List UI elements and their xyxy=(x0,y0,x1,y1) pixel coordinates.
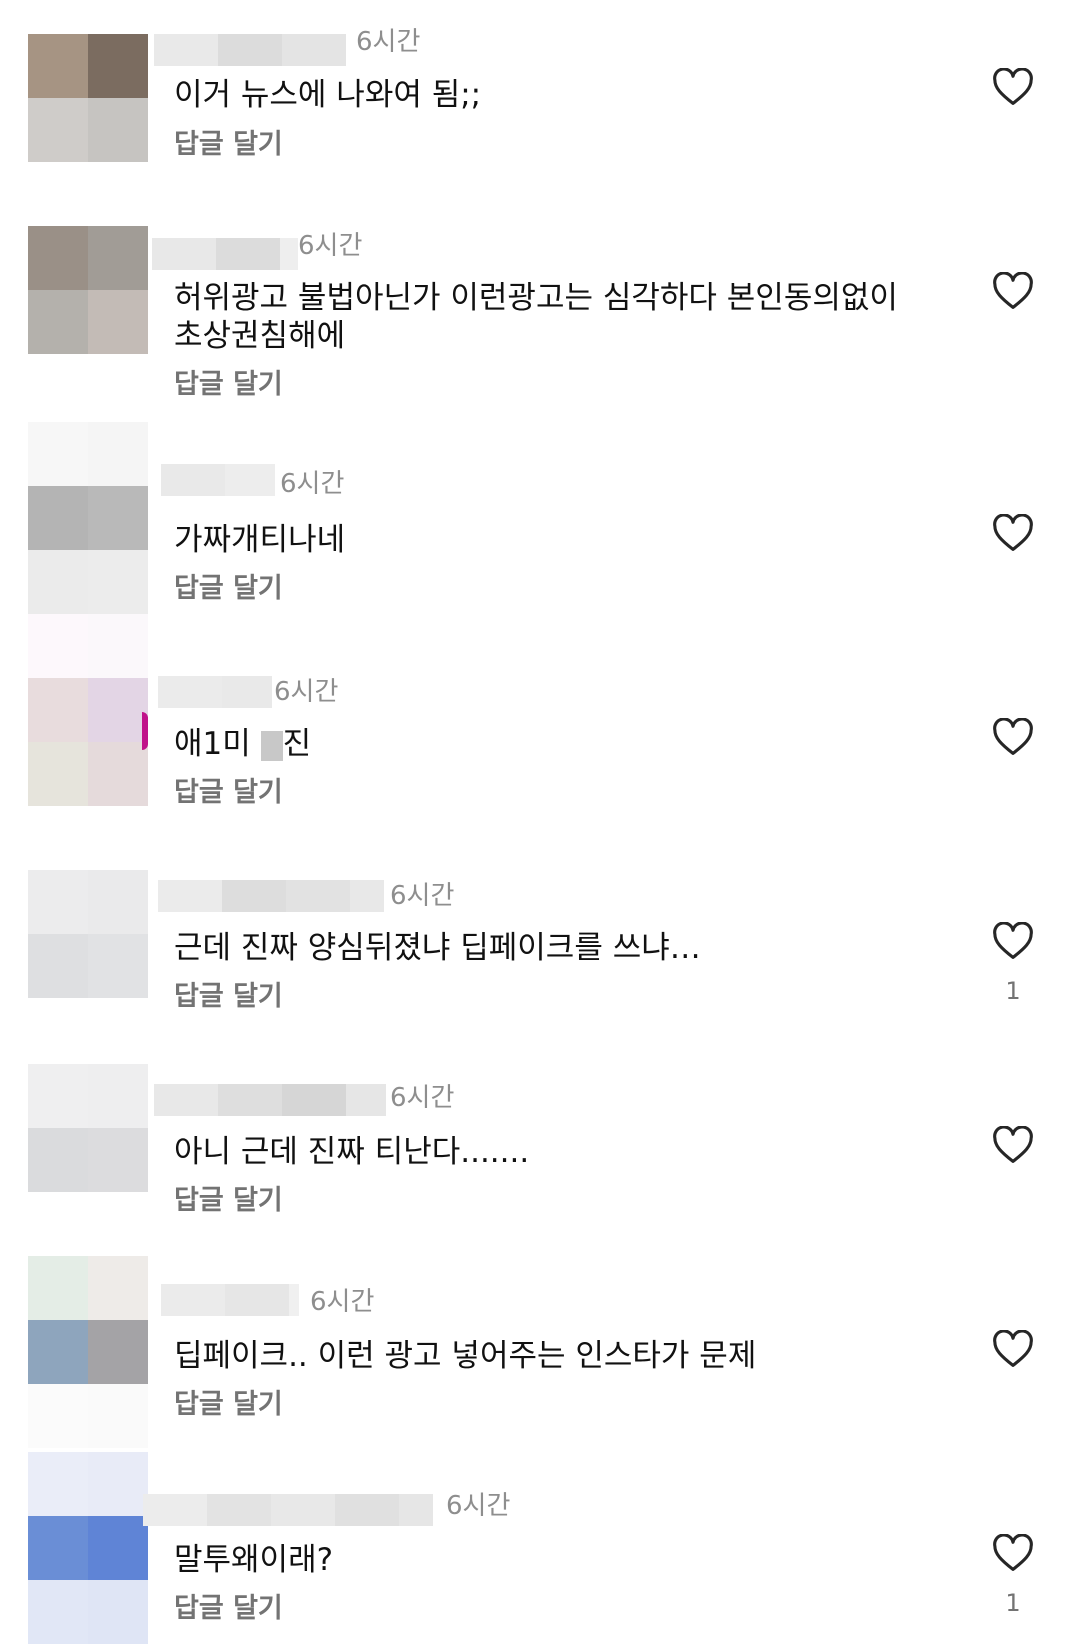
avatar[interactable] xyxy=(28,870,148,998)
username-blurred[interactable] xyxy=(143,1494,433,1526)
avatar[interactable] xyxy=(28,1256,148,1448)
comment-time: 6시간 xyxy=(274,677,339,707)
username-blurred[interactable] xyxy=(161,1284,299,1316)
avatar[interactable] xyxy=(28,226,148,354)
heart-outline-icon[interactable] xyxy=(992,718,1034,756)
avatar[interactable] xyxy=(28,1452,148,1644)
comment-time: 6시간 xyxy=(310,1287,375,1317)
avatar-story-ring xyxy=(142,712,148,750)
reply-button[interactable]: 답글 달기 xyxy=(174,1184,283,1218)
heart-outline-icon[interactable] xyxy=(992,922,1034,960)
avatar[interactable] xyxy=(28,678,148,806)
heart-outline-icon[interactable] xyxy=(992,1330,1034,1368)
comment-time: 6시간 xyxy=(390,881,455,911)
reply-button[interactable]: 답글 달기 xyxy=(174,572,283,606)
reply-button[interactable]: 답글 달기 xyxy=(174,980,283,1014)
reply-button[interactable]: 답글 달기 xyxy=(174,1388,283,1422)
username-blurred[interactable] xyxy=(154,1084,386,1116)
comment-text: 가짜개티나네 xyxy=(174,522,346,558)
reply-button[interactable]: 답글 달기 xyxy=(174,776,283,810)
reply-button[interactable]: 답글 달기 xyxy=(174,1592,283,1626)
comment-time: 6시간 xyxy=(280,469,345,499)
username-blurred[interactable] xyxy=(154,34,346,66)
comment-time: 6시간 xyxy=(390,1083,455,1113)
comment-time: 6시간 xyxy=(446,1491,511,1521)
comment-text: 딥페이크.. 이런 광고 넣어주는 인스타가 문제 xyxy=(174,1338,757,1374)
username-blurred[interactable] xyxy=(152,238,298,270)
avatar[interactable] xyxy=(28,422,148,678)
comment-text: 이거 뉴스에 나와여 됨;; xyxy=(174,77,482,113)
comment-text-part: 진 xyxy=(282,726,312,762)
username-blurred[interactable] xyxy=(161,464,275,496)
censor-mosaic xyxy=(260,730,283,761)
like-count: 1 xyxy=(1005,977,1021,1005)
comment-text: 근데 진짜 양심뒤졌냐 딥페이크를 쓰냐… xyxy=(174,930,701,966)
comment-time: 6시간 xyxy=(298,231,363,261)
heart-outline-icon[interactable] xyxy=(992,1534,1034,1572)
comment-text: 애1미 진 xyxy=(174,725,934,763)
avatar[interactable] xyxy=(28,34,148,162)
comment-text: 말투왜이래? xyxy=(174,1542,334,1578)
reply-button[interactable]: 답글 달기 xyxy=(174,128,283,162)
comment-time: 6시간 xyxy=(356,27,421,57)
like-count: 1 xyxy=(1005,1589,1021,1617)
username-blurred[interactable] xyxy=(158,880,384,912)
heart-outline-icon[interactable] xyxy=(992,1126,1034,1164)
username-blurred[interactable] xyxy=(158,676,272,708)
reply-button[interactable]: 답글 달기 xyxy=(174,368,283,402)
heart-outline-icon[interactable] xyxy=(992,272,1034,310)
heart-outline-icon[interactable] xyxy=(992,514,1034,552)
comment-text: 아니 근데 진짜 티난다....... xyxy=(174,1134,530,1170)
comment-text-part: 애1미 xyxy=(174,726,261,762)
comment-text: 허위광고 불법아닌가 이런광고는 심각하다 본인동의없이 초상권침해에 xyxy=(174,280,898,354)
avatar[interactable] xyxy=(28,1064,148,1192)
heart-outline-icon[interactable] xyxy=(992,68,1034,106)
